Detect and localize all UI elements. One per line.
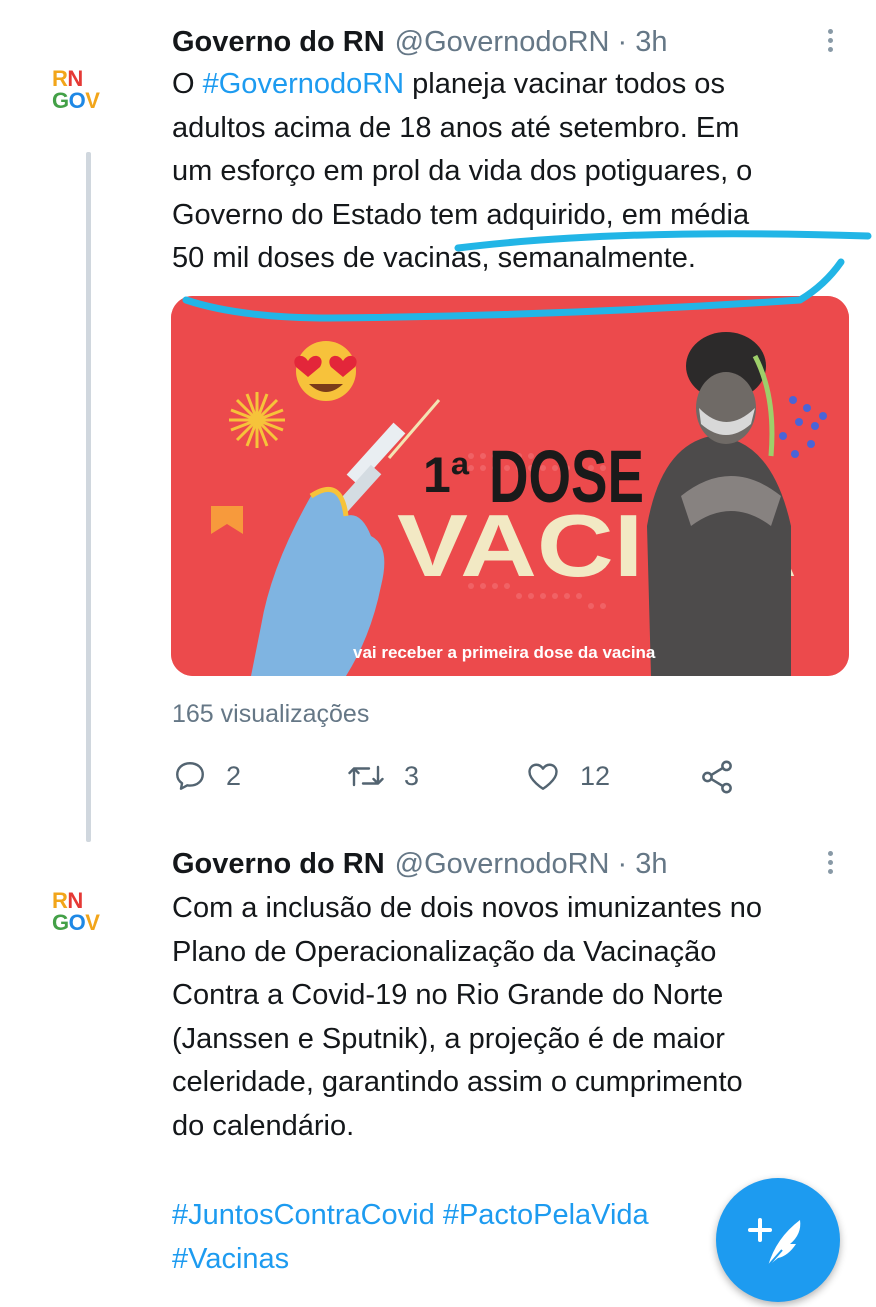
tweet-text: O #GovernodoRN planeja vacinar todos os … <box>172 63 852 281</box>
share-button[interactable] <box>698 758 736 796</box>
retweet-count: 3 <box>404 760 420 791</box>
tweet-text-line: 50 mil doses de vacinas, semanalmente. <box>172 242 696 274</box>
compose-tweet-icon <box>748 1218 801 1267</box>
more-vertical-icon[interactable] <box>823 26 837 56</box>
tweet-media-image[interactable]: 1ª DOSE VACINA vai receber a primeira do… <box>171 296 849 676</box>
tweet-text-line: O #GovernodoRN planeja vacinar todos os <box>172 68 725 100</box>
media-caption: vai receber a primeira dose da vacina <box>353 643 656 662</box>
tweet-text-line: celeridade, garantindo assim o cumprimen… <box>172 1066 743 1098</box>
retweet-icon <box>348 765 384 787</box>
tweet-text-line: (Janssen e Sputnik), a projeção é de mai… <box>172 1022 725 1055</box>
avatar[interactable]: RN GOV <box>52 890 124 940</box>
tweet-text-line: Contra a Covid-19 no Rio Grande do Norte <box>172 979 724 1011</box>
avatar-line2: GOV <box>52 88 100 113</box>
thread-connector-line <box>86 152 91 842</box>
author-name[interactable]: Governo do RN <box>172 26 385 59</box>
tweet-text: Com a inclusão de dois novos imunizantes… <box>172 887 852 1148</box>
view-count: 165 visualizações <box>172 700 370 728</box>
like-count: 12 <box>580 760 611 791</box>
hashtag-link[interactable]: #GovernodoRN <box>203 68 405 100</box>
author-handle-time[interactable]: @GovernodoRN · 3h <box>395 848 668 881</box>
author-name[interactable]: Governo do RN <box>172 848 385 881</box>
tweet-text-line: Com a inclusão de dois novos imunizantes… <box>172 892 762 924</box>
author-handle-time[interactable]: @GovernodoRN · 3h <box>395 26 668 59</box>
like-icon <box>528 763 558 790</box>
share-icon <box>702 760 732 794</box>
media-headline-number: 1ª <box>423 447 470 503</box>
compose-tweet-button[interactable] <box>716 1178 840 1302</box>
reply-icon <box>176 762 204 790</box>
tweet-text-line: Plano de Operacionalização da Vacinação <box>172 935 717 968</box>
vaccine-campaign-graphic: 1ª DOSE VACINA vai receber a primeira do… <box>171 296 849 676</box>
tweet-actions: 2 3 12 <box>0 758 876 804</box>
tweet-text-line: um esforço em prol da vida dos potiguare… <box>172 155 753 187</box>
tweet-text-line: do calendário. <box>172 1109 355 1142</box>
tweet-text-line: Governo do Estado tem adquirido, em médi… <box>172 198 750 231</box>
avatar-line1: RN <box>52 66 83 91</box>
retweet-button[interactable]: 3 <box>346 758 419 794</box>
avatar-line1: RN <box>52 888 83 913</box>
reply-button[interactable]: 2 <box>172 758 241 794</box>
avatar[interactable]: RN GOV <box>52 68 124 118</box>
avatar-line2: GOV <box>52 910 100 935</box>
tweet-header: Governo do RN @GovernodoRN · 3h <box>172 844 668 884</box>
tweet-text-line: adultos acima de 18 anos até setembro. E… <box>172 111 740 144</box>
like-button[interactable]: 12 <box>524 758 610 794</box>
sun-burst-icon <box>229 392 285 448</box>
more-vertical-icon[interactable] <box>823 848 837 878</box>
tweet-header: Governo do RN @GovernodoRN · 3h <box>172 22 668 62</box>
reply-count: 2 <box>226 760 242 791</box>
